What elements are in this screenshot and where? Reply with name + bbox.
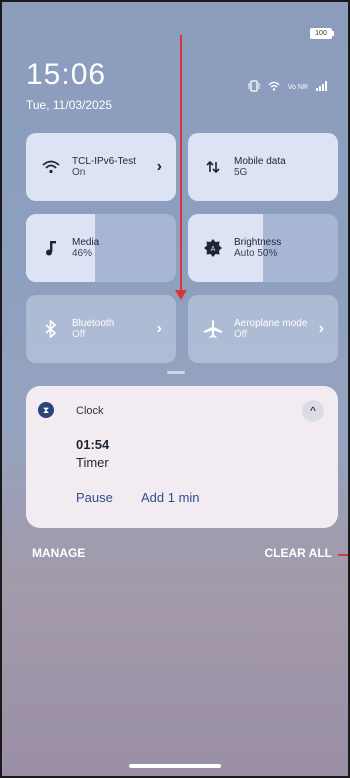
music-note-icon xyxy=(40,240,62,256)
tile-wifi-status: On xyxy=(72,167,86,178)
tile-aeroplane-mode[interactable]: Aeroplane mode Off › xyxy=(188,295,338,363)
wifi-icon xyxy=(40,160,62,174)
brightness-auto-icon: A xyxy=(202,239,224,257)
vibrate-icon xyxy=(248,80,260,95)
panel-drag-handle[interactable] xyxy=(167,371,185,374)
mobile-data-icon xyxy=(202,160,224,174)
add-one-minute-button[interactable]: Add 1 min xyxy=(141,490,200,505)
tile-bluetooth-status: Off xyxy=(72,329,86,340)
hourglass-icon: ⧗ xyxy=(38,402,54,418)
clock-date: Tue, 11/03/2025 xyxy=(26,98,113,112)
pause-button[interactable]: Pause xyxy=(76,490,113,505)
notification-text: Timer xyxy=(76,455,109,470)
signal-icon xyxy=(316,81,328,94)
clock-time: 15:06 xyxy=(26,58,107,91)
manage-button[interactable]: MANAGE xyxy=(32,546,85,560)
clock-notification[interactable]: ⧗ Clock ^ 01:54 Timer Pause Add 1 min xyxy=(26,386,338,528)
brightness-slider[interactable]: A Brightness Auto 50% xyxy=(188,214,338,282)
chevron-right-icon[interactable]: › xyxy=(319,320,324,338)
notification-title: 01:54 xyxy=(76,437,110,452)
tile-bluetooth-label: Bluetooth xyxy=(72,318,115,329)
tile-mobile-status: 5G xyxy=(234,167,248,178)
aeroplane-icon xyxy=(202,319,224,339)
brightness-level-text: Auto 50% xyxy=(234,248,278,259)
media-volume-slider[interactable]: Media 46% xyxy=(26,214,176,282)
chevron-right-icon[interactable]: › xyxy=(157,320,162,338)
chevron-up-icon[interactable]: ^ xyxy=(302,400,324,422)
status-icons: Vo NR xyxy=(248,80,328,95)
annotation-pointer-line xyxy=(338,554,350,556)
battery-indicator: 100 xyxy=(310,28,334,39)
tile-bluetooth[interactable]: Bluetooth Off › xyxy=(26,295,176,363)
tile-mobile-data[interactable]: Mobile data 5G xyxy=(188,133,338,201)
battery-icon: 100 xyxy=(310,28,334,39)
media-label: Media xyxy=(72,237,100,248)
svg-text:A: A xyxy=(211,246,216,253)
wifi-status-icon xyxy=(268,81,280,94)
tile-aeroplane-status: Off xyxy=(234,329,248,340)
brightness-label: Brightness xyxy=(234,237,282,248)
tile-wifi-label: TCL-IPv6-Test xyxy=(72,156,136,167)
media-level-text: 46% xyxy=(72,248,93,259)
tile-aeroplane-label: Aeroplane mode xyxy=(234,318,308,329)
notification-app-name: Clock xyxy=(76,405,104,417)
bluetooth-icon xyxy=(40,320,62,338)
annotation-arrow-line xyxy=(180,35,182,295)
annotation-arrow-head xyxy=(175,290,187,300)
chevron-right-icon[interactable]: › xyxy=(157,158,162,176)
network-type-label: Vo NR xyxy=(287,84,308,91)
tile-wifi[interactable]: TCL-IPv6-Test On › xyxy=(26,133,176,201)
tile-mobile-label: Mobile data xyxy=(234,156,286,167)
home-indicator[interactable] xyxy=(129,764,221,768)
clear-all-button[interactable]: CLEAR ALL xyxy=(264,546,332,560)
